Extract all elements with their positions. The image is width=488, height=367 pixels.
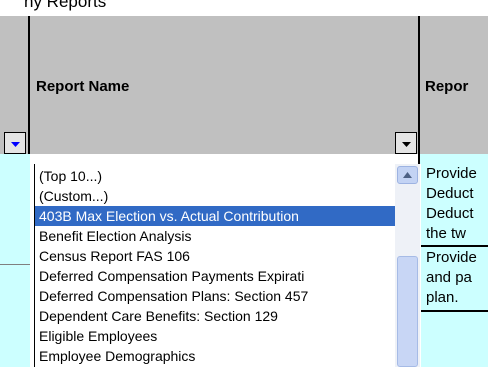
dropdown-item-selected[interactable]: 403B Max Election vs. Actual Contributio… — [35, 206, 395, 226]
top-strip: ny Reports — [0, 0, 488, 16]
header-report-name: Report Name — [36, 78, 130, 95]
report-description-column: Provide Deduct Deduct the tw Provide and… — [420, 154, 488, 367]
filter-button-left[interactable] — [4, 132, 26, 154]
dropdown-item[interactable]: Benefit Election Analysis — [35, 226, 395, 246]
description-line: and pa — [426, 269, 472, 286]
dropdown-item[interactable]: Census Report FAS 106 — [35, 246, 395, 266]
description-line: the tw — [426, 225, 467, 242]
dropdown-item[interactable]: Employee Demographics — [35, 346, 395, 366]
description-line: Provide — [426, 249, 477, 266]
chevron-up-icon — [403, 172, 412, 178]
scroll-up-button[interactable] — [397, 166, 418, 184]
row-separator — [420, 245, 488, 247]
description-line: Deduct — [426, 185, 474, 202]
cropped-title-text: ny Reports — [24, 0, 107, 11]
left-cell-column — [0, 154, 30, 367]
description-line: Provide — [426, 165, 477, 182]
dropdown-scrollbar[interactable] — [395, 164, 420, 367]
chevron-down-icon — [402, 142, 411, 147]
filter-button-report-name[interactable] — [395, 132, 417, 154]
dropdown-item-top10[interactable]: (Top 10...) — [35, 166, 395, 186]
header-report-desc: Repor — [425, 78, 469, 95]
dropdown-item[interactable]: Dependent Care Benefits: Section 129 — [35, 306, 395, 326]
row-divider — [0, 264, 30, 265]
row-separator — [420, 310, 488, 312]
autofilter-dropdown-list[interactable]: (Top 10...) (Custom...) 403B Max Electio… — [34, 164, 421, 367]
dropdown-item-custom[interactable]: (Custom...) — [35, 186, 395, 206]
dropdown-item[interactable]: Deferred Compensation Payments Expirati — [35, 266, 395, 286]
scroll-thumb[interactable] — [397, 256, 418, 367]
chevron-down-icon — [11, 142, 20, 147]
description-line: Deduct — [426, 205, 474, 222]
dropdown-item[interactable]: Eligible Employees — [35, 326, 395, 346]
description-line: plan. — [426, 289, 459, 306]
dropdown-item[interactable]: Deferred Compensation Plans: Section 457 — [35, 286, 395, 306]
